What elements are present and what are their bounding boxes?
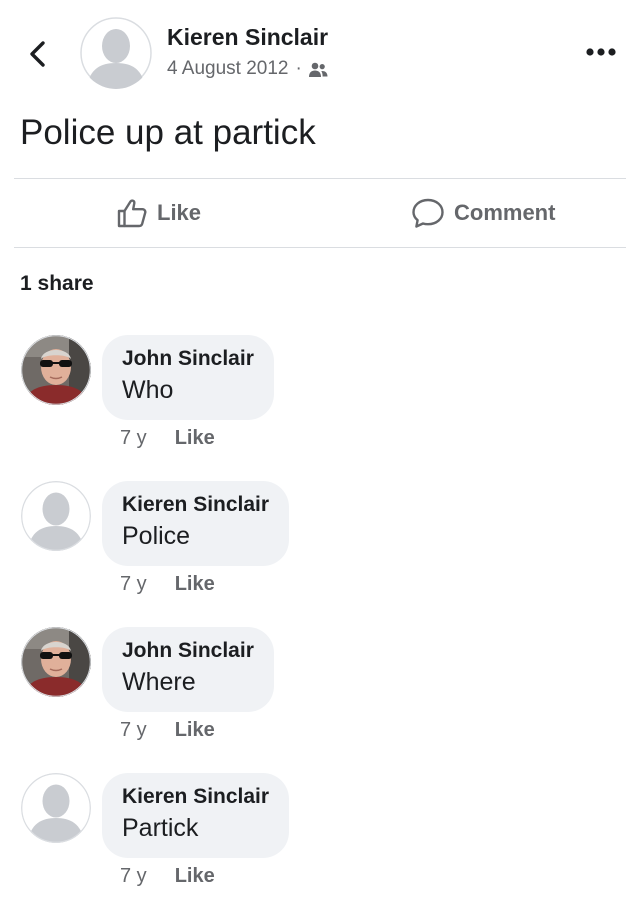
more-dots-icon bbox=[586, 48, 616, 56]
comment-like-button[interactable]: Like bbox=[175, 719, 215, 742]
comment-like-button[interactable]: Like bbox=[175, 573, 215, 596]
comment-text: Where bbox=[122, 668, 196, 696]
comment-bubble[interactable]: Kieren Sinclair Police bbox=[102, 481, 290, 566]
comment-text: Who bbox=[122, 376, 174, 404]
commenter-name[interactable]: Kieren Sinclair bbox=[122, 491, 269, 519]
comment-bubble[interactable]: Kieren Sinclair Partick bbox=[102, 773, 290, 858]
commenter-name[interactable]: Kieren Sinclair bbox=[122, 783, 269, 811]
comment-like-button[interactable]: Like bbox=[175, 865, 215, 888]
comment-bubble[interactable]: John Sinclair Where bbox=[102, 627, 274, 712]
comment-meta: 7 y Like bbox=[120, 427, 215, 450]
comment-meta: 7 y Like bbox=[120, 865, 215, 888]
post-meta: 4 August 2012 · bbox=[167, 58, 328, 80]
comment-timestamp[interactable]: 7 y bbox=[120, 865, 147, 888]
comment-item: Kieren Sinclair Police 7 y Like bbox=[0, 481, 640, 611]
comment-timestamp[interactable]: 7 y bbox=[120, 719, 147, 742]
post-header: Kieren Sinclair 4 August 2012 · bbox=[0, 0, 640, 100]
commenter-avatar[interactable] bbox=[21, 335, 91, 405]
back-chevron-icon bbox=[30, 41, 45, 67]
comment-bubble[interactable]: John Sinclair Who bbox=[102, 335, 274, 420]
comment-item: John Sinclair Where 7 y Like bbox=[0, 627, 640, 757]
thumbs-up-icon bbox=[117, 199, 147, 228]
comment-item: John Sinclair Who 7 y Like bbox=[0, 335, 640, 465]
comment-bubble-icon bbox=[412, 198, 444, 228]
default-avatar-icon bbox=[21, 773, 91, 843]
divider-bottom bbox=[14, 247, 626, 248]
comment-item: Kieren Sinclair Partick 7 y Like bbox=[0, 773, 640, 903]
default-avatar-icon bbox=[80, 17, 152, 89]
like-button-label: Like bbox=[157, 200, 202, 225]
comment-timestamp[interactable]: 7 y bbox=[120, 573, 147, 596]
more-options-button[interactable] bbox=[584, 44, 618, 60]
commenter-avatar[interactable] bbox=[21, 481, 91, 551]
comment-button[interactable]: Comment bbox=[411, 192, 555, 234]
comment-button-label: Comment bbox=[454, 200, 556, 225]
like-button[interactable]: Like bbox=[116, 192, 201, 234]
comment-meta: 7 y Like bbox=[120, 719, 215, 742]
back-button[interactable] bbox=[24, 34, 54, 74]
commenter-avatar[interactable] bbox=[21, 773, 91, 843]
user-photo-icon bbox=[21, 627, 91, 697]
post-text: Police up at partick bbox=[20, 113, 316, 152]
post-author-name[interactable]: Kieren Sinclair bbox=[167, 24, 328, 51]
comment-text: Police bbox=[122, 522, 191, 550]
divider-top bbox=[14, 178, 626, 179]
default-avatar-icon bbox=[21, 481, 91, 551]
comment-timestamp[interactable]: 7 y bbox=[120, 427, 147, 450]
commenter-name[interactable]: John Sinclair bbox=[122, 345, 254, 373]
meta-separator: · bbox=[295, 58, 302, 79]
commenter-name[interactable]: John Sinclair bbox=[122, 637, 254, 665]
comment-meta: 7 y Like bbox=[120, 573, 215, 596]
commenter-avatar[interactable] bbox=[21, 627, 91, 697]
post-date[interactable]: 4 August 2012 bbox=[167, 58, 289, 80]
shares-count[interactable]: 1 share bbox=[20, 272, 94, 296]
comment-text: Partick bbox=[122, 814, 199, 842]
friends-icon[interactable] bbox=[308, 62, 328, 78]
user-photo-icon bbox=[21, 335, 91, 405]
comment-like-button[interactable]: Like bbox=[175, 427, 215, 450]
author-avatar[interactable] bbox=[80, 17, 152, 89]
